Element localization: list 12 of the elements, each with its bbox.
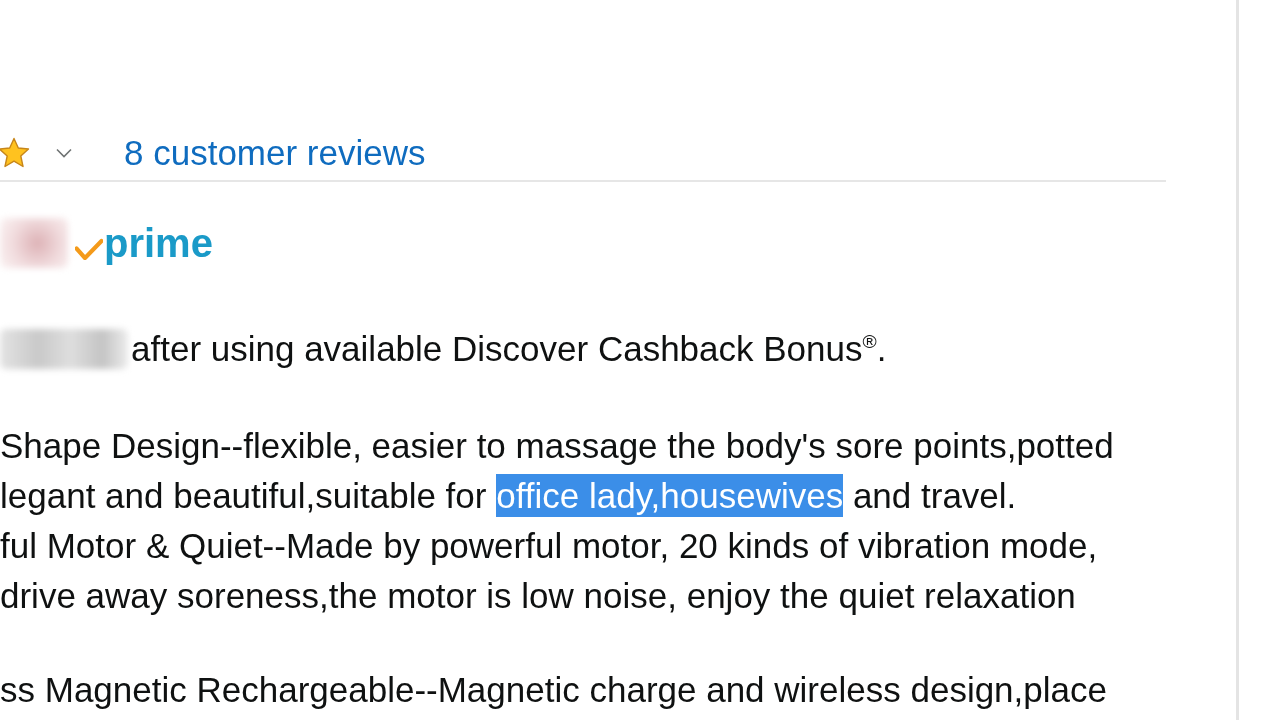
description-line: drive away soreness,the motor is low noise, enjoy the quiet relaxation [0, 575, 1077, 617]
prime-label: prime [104, 221, 213, 265]
check-icon [75, 238, 103, 260]
description-line: ss Magnetic Rechargeable--Magnetic charge and wireless design,place [0, 669, 1108, 711]
cashback-text: after using available Discover Cashback Bonus$^{®}$. [131, 329, 887, 369]
description-line: legant and beautiful,suitable for office lady,housewives and travel. [0, 474, 1018, 518]
caret-icon[interactable] [56, 148, 72, 158]
description-line: ful Motor & Quiet--Made by powerful motor, 20 kinds of vibration mode, [0, 525, 1099, 567]
description-line: Shape Design--flexible, easier to massage the body's sore points,potted [0, 425, 1115, 467]
blurred-block [0, 218, 68, 268]
star-icon [0, 137, 30, 169]
reviews-link[interactable]: 8 customer reviews [124, 133, 426, 173]
